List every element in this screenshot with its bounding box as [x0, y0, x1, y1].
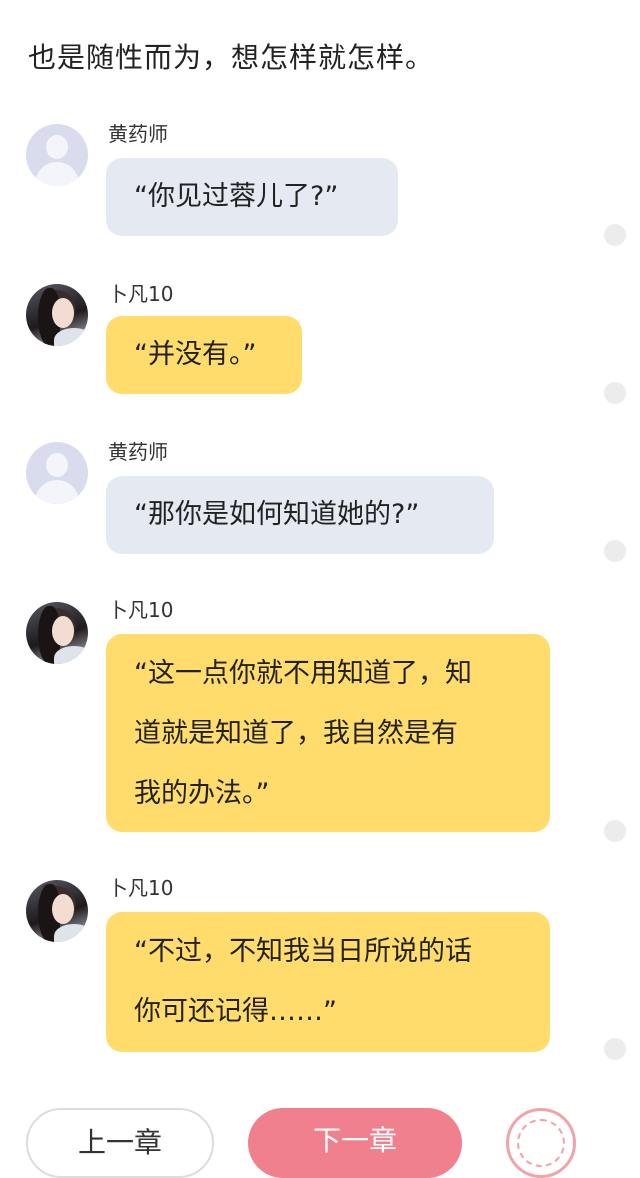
- author-avatar-icon[interactable]: [26, 880, 88, 942]
- stamp-icon[interactable]: [506, 1108, 576, 1178]
- prev-chapter-button[interactable]: 上一章: [26, 1108, 214, 1178]
- bubble-text-line: 道就是知道了，我自然是有: [134, 718, 458, 749]
- comment-dot-icon[interactable]: [604, 382, 626, 404]
- bubble-text-line: “不过，不知我当日所说的话: [134, 936, 472, 967]
- bubble-text-line: “这一点你就不用知道了，知: [134, 658, 472, 689]
- author-avatar-icon[interactable]: [26, 602, 88, 664]
- speaker-name: 卜凡10: [108, 282, 174, 306]
- comment-dot-icon[interactable]: [604, 540, 626, 562]
- comment-dot-icon[interactable]: [604, 1038, 626, 1060]
- chat-bubble: “不过，不知我当日所说的话 你可还记得……”: [106, 912, 550, 1052]
- bubble-text-line: 我的办法。”: [134, 778, 270, 809]
- speaker-name: 卜凡10: [108, 598, 174, 622]
- author-avatar-icon[interactable]: [26, 284, 88, 346]
- chat-bubble: “这一点你就不用知道了，知 道就是知道了，我自然是有 我的办法。”: [106, 634, 550, 832]
- speaker-name: 卜凡10: [108, 876, 174, 900]
- bubble-text: “你见过蓉儿了?”: [134, 181, 339, 212]
- chat-bubble: “你见过蓉儿了?”: [106, 158, 398, 236]
- bubble-text: “并没有。”: [134, 339, 257, 370]
- bubble-text-line: 你可还记得……”: [134, 996, 337, 1027]
- chat-bubble: “并没有。”: [106, 316, 302, 394]
- speaker-name: 黄药师: [108, 440, 168, 464]
- bubble-text: “那你是如何知道她的?”: [134, 499, 420, 530]
- narration-text: 也是随性而为，想怎样就怎样。: [28, 41, 435, 74]
- speaker-name: 黄药师: [108, 122, 168, 146]
- default-avatar-icon[interactable]: [26, 124, 88, 186]
- default-avatar-icon[interactable]: [26, 442, 88, 504]
- comment-dot-icon[interactable]: [604, 224, 626, 246]
- next-chapter-button[interactable]: 下一章: [248, 1108, 462, 1178]
- comment-dot-icon[interactable]: [604, 820, 626, 842]
- chat-bubble: “那你是如何知道她的?”: [106, 476, 494, 554]
